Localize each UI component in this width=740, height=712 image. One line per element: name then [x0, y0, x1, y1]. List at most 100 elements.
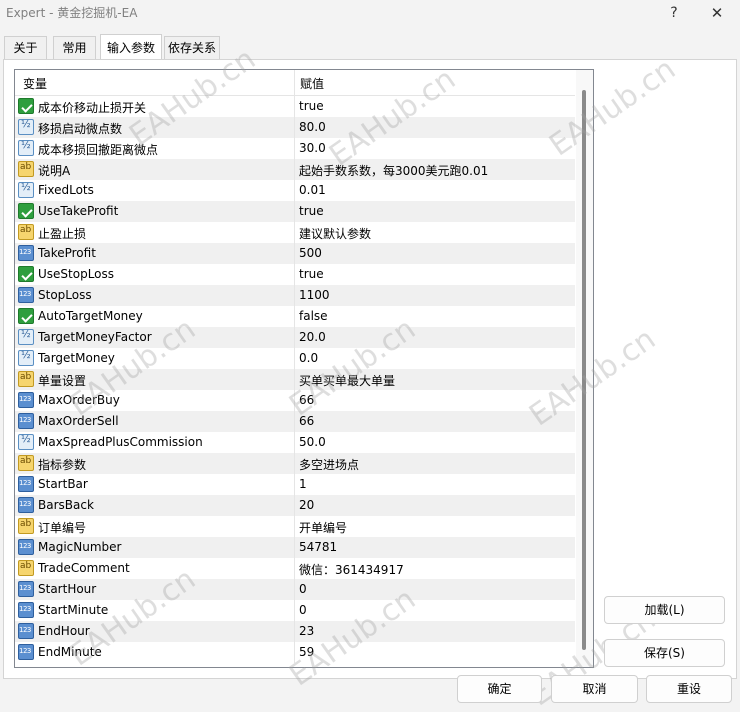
parameter-row[interactable]: 成本价移动止损开关 true [15, 96, 575, 117]
parameter-row[interactable]: 订单编号 开单编号 [15, 516, 575, 537]
bool-icon [18, 203, 34, 219]
bool-icon [18, 308, 34, 324]
parameter-row[interactable]: 移损启动微点数 80.0 [15, 117, 575, 138]
int-icon [18, 245, 34, 261]
parameter-value[interactable]: true [299, 204, 324, 218]
parameter-value[interactable]: true [299, 99, 324, 113]
double-icon [18, 350, 34, 366]
parameter-value[interactable]: 30.0 [299, 141, 326, 155]
parameter-value[interactable]: 20 [299, 498, 314, 512]
title-bar: Expert - 黄金挖掘机-EA ? ✕ [0, 0, 740, 28]
parameter-value[interactable]: 起始手数系数，每3000美元跑0.01 [299, 162, 488, 179]
parameter-value[interactable]: 23 [299, 624, 314, 638]
parameter-value[interactable]: false [299, 309, 328, 323]
parameter-value[interactable]: 0 [299, 582, 307, 596]
column-divider [294, 579, 295, 600]
string-icon [18, 518, 34, 534]
parameter-value[interactable]: 1100 [299, 288, 330, 302]
parameter-row[interactable]: 指标参数 多空进场点 [15, 453, 575, 474]
parameter-row[interactable]: UseTakeProfit true [15, 201, 575, 222]
parameter-value[interactable]: 多空进场点 [299, 456, 359, 473]
int-icon [18, 476, 34, 492]
tab-dependencies[interactable]: 依存关系 [164, 36, 220, 60]
parameter-value[interactable]: 80.0 [299, 120, 326, 134]
parameter-row[interactable]: BarsBack 20 [15, 495, 575, 516]
int-icon [18, 623, 34, 639]
double-icon [18, 434, 34, 450]
parameter-row[interactable]: MaxSpreadPlusCommission 50.0 [15, 432, 575, 453]
parameter-value[interactable]: 66 [299, 414, 314, 428]
parameters-grid: 变量 赋值 成本价移动止损开关 true 移损启动微点数 80.0 成本移损回撤距离微点… [14, 69, 594, 668]
parameter-value[interactable]: 微信：361434917 [299, 561, 404, 578]
parameter-value[interactable]: 开单编号 [299, 519, 347, 536]
parameter-name: 单量设置 [38, 374, 87, 388]
close-button[interactable]: ✕ [704, 3, 730, 23]
parameter-value[interactable]: 50.0 [299, 435, 326, 449]
header-divider[interactable] [294, 70, 295, 96]
header-variable[interactable]: 变量 [23, 75, 47, 92]
parameter-row[interactable]: TakeProfit 500 [15, 243, 575, 264]
parameter-name: BarsBack [38, 498, 94, 512]
parameter-row[interactable]: UseStopLoss true [15, 264, 575, 285]
parameter-row[interactable]: MaxOrderBuy 66 [15, 390, 575, 411]
tab-about[interactable]: 关于 [4, 36, 47, 60]
parameter-row[interactable]: 单量设置 买单买单最大单量 [15, 369, 575, 390]
parameter-name: FixedLots [38, 183, 94, 197]
parameter-row[interactable]: FixedLots 0.01 [15, 180, 575, 201]
parameter-row[interactable]: EndMinute 59 [15, 642, 575, 663]
parameter-name: 订单编号 [38, 521, 87, 535]
reset-button[interactable]: 重设 [646, 675, 732, 703]
tab-inputs[interactable]: 输入参数 [100, 34, 162, 60]
column-divider [294, 348, 295, 369]
int-icon [18, 413, 34, 429]
column-divider [294, 159, 295, 180]
string-icon [18, 371, 34, 387]
parameter-value[interactable]: 59 [299, 645, 314, 659]
column-divider [294, 621, 295, 642]
column-divider [294, 264, 295, 285]
save-button[interactable]: 保存(S) [604, 639, 725, 667]
parameter-value[interactable]: 54781 [299, 540, 337, 554]
parameter-row[interactable]: 说明A 起始手数系数，每3000美元跑0.01 [15, 159, 575, 180]
parameter-row[interactable]: StartHour 0 [15, 579, 575, 600]
string-icon [18, 455, 34, 471]
parameter-row[interactable]: AutoTargetMoney false [15, 306, 575, 327]
parameter-row[interactable]: MaxOrderSell 66 [15, 411, 575, 432]
scrollbar-thumb[interactable] [582, 90, 586, 650]
parameter-name: MagicNumber [38, 540, 122, 554]
help-button[interactable]: ? [661, 3, 687, 23]
ok-button[interactable]: 确定 [457, 675, 542, 703]
parameter-name: 止盈止损 [38, 227, 87, 241]
tab-common[interactable]: 常用 [53, 36, 96, 60]
parameter-value[interactable]: 买单买单最大单量 [299, 372, 395, 389]
parameter-value[interactable]: 0 [299, 603, 307, 617]
parameter-value[interactable]: 建议默认参数 [299, 225, 371, 242]
column-divider [294, 432, 295, 453]
vertical-scrollbar[interactable] [576, 70, 593, 667]
parameter-row[interactable]: StartBar 1 [15, 474, 575, 495]
parameter-row[interactable]: StopLoss 1100 [15, 285, 575, 306]
parameter-value[interactable]: 66 [299, 393, 314, 407]
header-value[interactable]: 赋值 [300, 75, 324, 92]
parameter-row[interactable]: EndHour 23 [15, 621, 575, 642]
parameter-row[interactable]: TradeComment 微信：361434917 [15, 558, 575, 579]
load-button[interactable]: 加载(L) [604, 596, 725, 624]
parameter-row[interactable]: 成本移损回撤距离微点 30.0 [15, 138, 575, 159]
parameter-name: EndMinute [38, 645, 102, 659]
parameter-row[interactable]: TargetMoneyFactor 20.0 [15, 327, 575, 348]
parameter-value[interactable]: true [299, 267, 324, 281]
double-icon [18, 119, 34, 135]
cancel-button[interactable]: 取消 [551, 675, 638, 703]
column-divider [294, 243, 295, 264]
parameter-name: 成本价移动止损开关 [38, 101, 147, 115]
parameter-value[interactable]: 0.0 [299, 351, 318, 365]
parameter-row[interactable]: TargetMoney 0.0 [15, 348, 575, 369]
parameter-row[interactable]: 止盈止损 建议默认参数 [15, 222, 575, 243]
parameter-value[interactable]: 0.01 [299, 183, 326, 197]
parameter-value[interactable]: 1 [299, 477, 307, 491]
parameter-row[interactable]: StartMinute 0 [15, 600, 575, 621]
grid-header: 变量 赋值 [15, 70, 575, 96]
parameter-value[interactable]: 500 [299, 246, 322, 260]
parameter-value[interactable]: 20.0 [299, 330, 326, 344]
parameter-row[interactable]: MagicNumber 54781 [15, 537, 575, 558]
